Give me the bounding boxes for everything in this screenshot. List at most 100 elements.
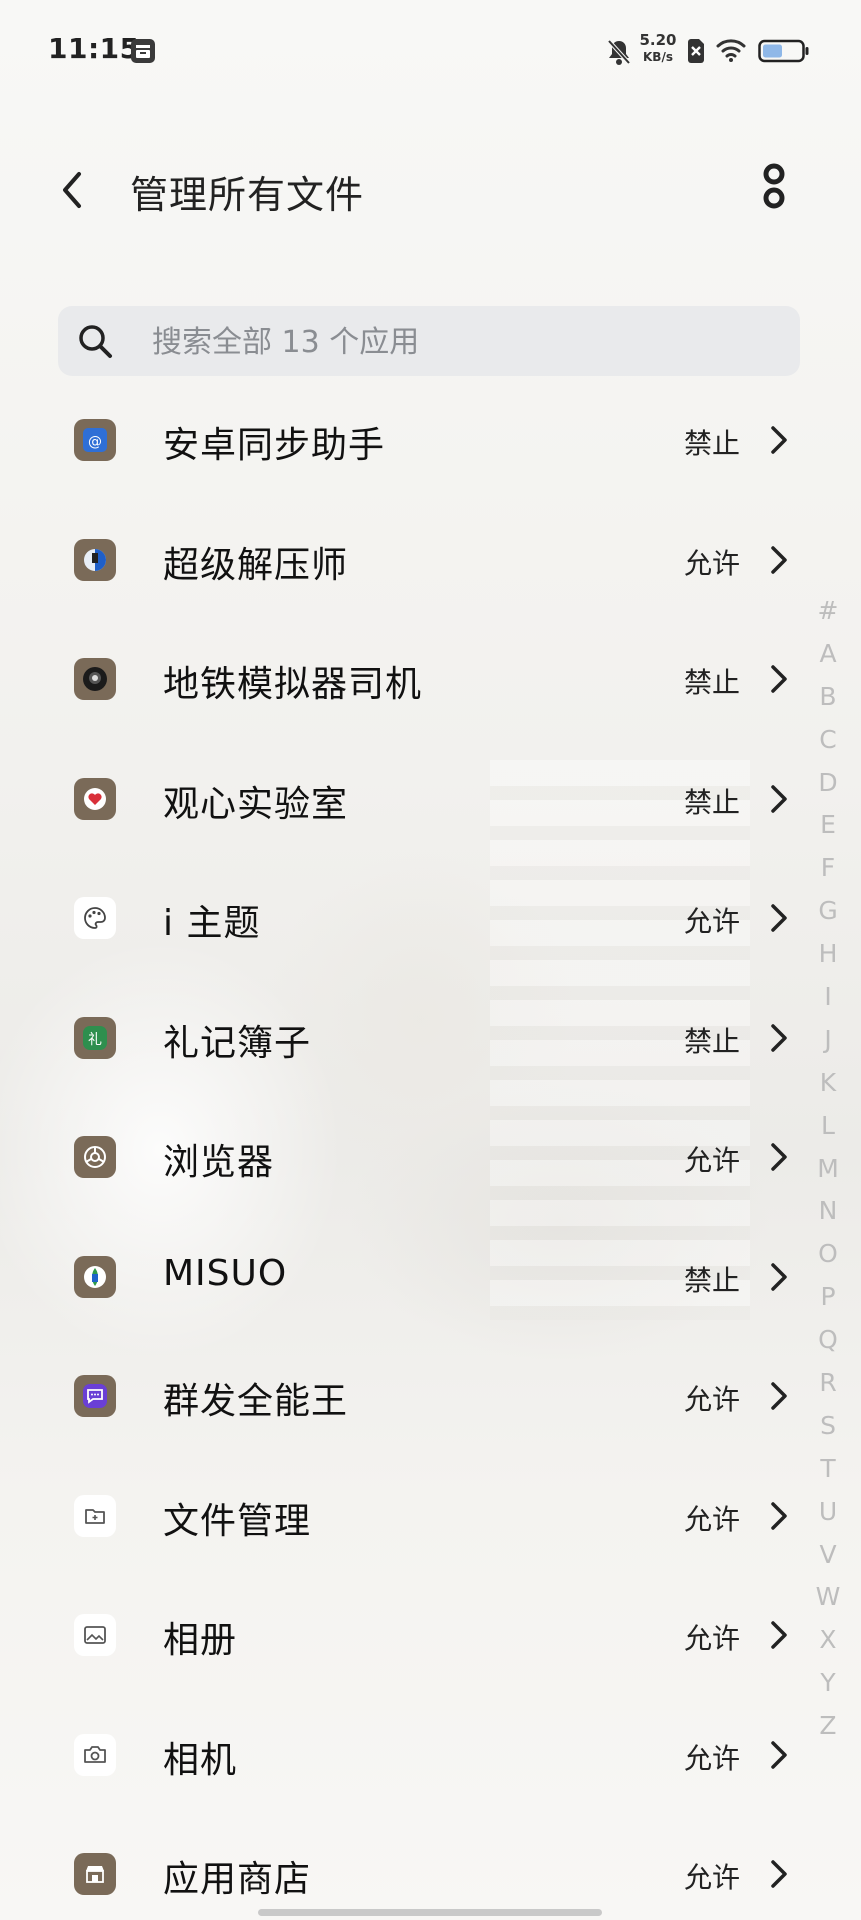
svg-text:礼: 礼 xyxy=(88,1032,102,1048)
more-dots-icon xyxy=(763,163,785,209)
index-letter[interactable]: L xyxy=(812,1105,844,1148)
list-item[interactable]: 相册 允许 xyxy=(0,1575,861,1695)
app-name: 地铁模拟器司机 xyxy=(163,664,423,705)
heart-app-icon xyxy=(74,777,116,820)
index-letter[interactable]: S xyxy=(812,1405,844,1448)
app-name: 相册 xyxy=(163,1620,238,1661)
index-letter[interactable]: W xyxy=(812,1576,844,1619)
list-item[interactable]: 群发全能王 允许 xyxy=(0,1336,861,1456)
list-item[interactable]: 应用商店 允许 xyxy=(0,1814,861,1920)
list-item[interactable]: MISUO 禁止 xyxy=(0,1217,861,1337)
app-name: 礼记簿子 xyxy=(163,1022,312,1064)
chevron-right-icon xyxy=(771,665,787,693)
misuo-app-icon xyxy=(74,1255,116,1298)
app-list: @ 安卓同步助手 禁止 超级解压师 允许 地铁模拟器司机 禁止 观心实验室 禁止… xyxy=(0,400,861,1920)
back-button[interactable] xyxy=(52,166,92,214)
app-name: i 主题 xyxy=(163,903,261,944)
index-letter[interactable]: J xyxy=(812,1019,844,1062)
list-item[interactable]: 地铁模拟器司机 禁止 xyxy=(0,619,861,739)
chevron-right-icon xyxy=(771,1740,787,1769)
list-item[interactable]: i 主题 允许 xyxy=(0,858,861,978)
list-item[interactable]: 浏览器 允许 xyxy=(0,1097,861,1217)
index-letter[interactable]: Y xyxy=(812,1662,844,1705)
index-letter[interactable]: T xyxy=(812,1448,844,1491)
chevron-right-icon xyxy=(771,1382,787,1410)
battery-icon xyxy=(758,38,810,68)
permission-status: 允许 xyxy=(684,1144,741,1177)
header: 管理所有文件 xyxy=(0,140,861,240)
index-letter[interactable]: C xyxy=(812,719,844,762)
permission-status: 禁止 xyxy=(684,785,741,819)
index-letter[interactable]: U xyxy=(812,1491,844,1534)
chevron-right-icon xyxy=(771,1262,787,1291)
index-letter[interactable]: P xyxy=(812,1276,844,1319)
browser-app-icon xyxy=(74,1136,116,1178)
chevron-right-icon xyxy=(771,1621,787,1649)
permission-status: 允许 xyxy=(684,1861,741,1894)
list-item[interactable]: @ 安卓同步助手 禁止 xyxy=(0,400,861,500)
sync-app-icon: @ xyxy=(74,419,116,461)
list-item[interactable]: 相机 允许 xyxy=(0,1695,861,1815)
index-letter[interactable]: A xyxy=(812,633,844,676)
chevron-right-icon xyxy=(771,1860,787,1888)
index-letter[interactable]: Q xyxy=(812,1319,844,1362)
alphabet-index[interactable]: # A B C D E F G H I J K L M N O P Q R S … xyxy=(812,590,844,1748)
net-speed: 5.20 KB/s xyxy=(638,32,678,65)
index-letter[interactable]: N xyxy=(812,1190,844,1233)
index-letter[interactable]: F xyxy=(812,847,844,890)
palette-app-icon xyxy=(74,897,116,939)
list-item[interactable]: 观心实验室 禁止 xyxy=(0,739,861,859)
home-indicator[interactable] xyxy=(258,1909,602,1916)
app-name: 安卓同步助手 xyxy=(163,425,386,466)
chevron-right-icon xyxy=(771,426,787,454)
svg-text:@: @ xyxy=(88,434,102,450)
app-name: 超级解压师 xyxy=(163,544,349,586)
list-item[interactable]: 文件管理 允许 xyxy=(0,1456,861,1576)
chevron-right-icon xyxy=(771,1143,787,1171)
bell-muted-icon xyxy=(606,38,632,70)
index-letter[interactable]: I xyxy=(812,976,844,1019)
net-speed-value: 5.20 xyxy=(639,31,677,49)
app-list-viewport[interactable]: @ 安卓同步助手 禁止 超级解压师 允许 地铁模拟器司机 禁止 观心实验室 禁止… xyxy=(0,400,861,1920)
chevron-right-icon xyxy=(771,1501,787,1530)
index-letter[interactable]: R xyxy=(812,1362,844,1405)
index-letter[interactable]: X xyxy=(812,1619,844,1662)
index-letter[interactable]: K xyxy=(812,1062,844,1105)
camera-app-icon xyxy=(74,1733,116,1776)
index-letter[interactable]: # xyxy=(812,590,844,633)
app-name: 群发全能王 xyxy=(163,1381,349,1422)
index-letter[interactable]: Z xyxy=(812,1705,844,1748)
index-letter[interactable]: V xyxy=(812,1534,844,1577)
notification-app-icon xyxy=(130,38,156,68)
page-title: 管理所有文件 xyxy=(130,173,365,217)
index-letter[interactable]: M xyxy=(812,1148,844,1191)
app-name: 相机 xyxy=(163,1739,238,1781)
more-options-button[interactable] xyxy=(754,160,794,220)
metro-app-icon xyxy=(74,658,116,700)
search-bar[interactable] xyxy=(58,306,800,378)
index-letter[interactable]: B xyxy=(812,676,844,719)
index-letter[interactable]: E xyxy=(812,804,844,847)
app-name: 文件管理 xyxy=(163,1500,312,1542)
permission-status: 允许 xyxy=(684,1383,741,1416)
permission-status: 禁止 xyxy=(684,1263,741,1297)
index-letter[interactable]: G xyxy=(812,890,844,933)
permission-status: 禁止 xyxy=(684,666,741,699)
gift-book-app-icon: 礼 xyxy=(74,1016,116,1059)
unzip-app-icon xyxy=(74,538,116,581)
permission-status: 允许 xyxy=(684,1741,741,1775)
list-item[interactable]: 超级解压师 允许 xyxy=(0,500,861,620)
index-letter[interactable]: H xyxy=(812,933,844,976)
permission-status: 禁止 xyxy=(684,1024,741,1058)
store-app-icon xyxy=(74,1853,116,1895)
message-app-icon xyxy=(74,1375,116,1417)
chevron-right-icon xyxy=(771,1023,787,1052)
search-input[interactable] xyxy=(150,306,774,378)
chevron-right-icon xyxy=(771,904,787,932)
index-letter[interactable]: D xyxy=(812,762,844,805)
search-icon xyxy=(79,325,112,358)
permission-status: 禁止 xyxy=(684,427,741,460)
index-letter[interactable]: O xyxy=(812,1233,844,1276)
list-item[interactable]: 礼 礼记簿子 禁止 xyxy=(0,978,861,1098)
net-speed-unit: KB/s xyxy=(643,50,673,64)
